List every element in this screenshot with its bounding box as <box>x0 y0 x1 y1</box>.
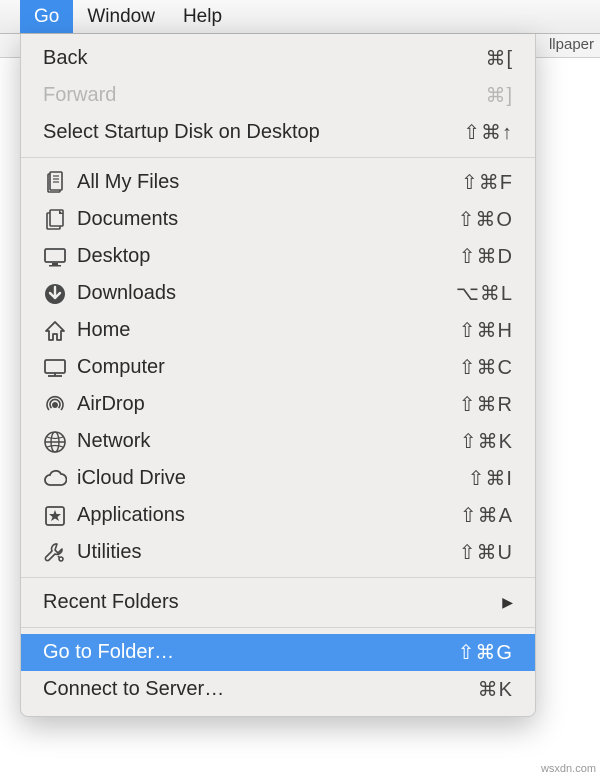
menu-shortcut: ⌘] <box>485 83 513 108</box>
menu-shortcut: ⇧⌘A <box>460 503 513 528</box>
menu-shortcut: ⇧⌘I <box>468 466 513 491</box>
menu-label: Utilities <box>77 541 459 564</box>
menu-shortcut: ⇧⌘O <box>458 207 513 232</box>
computer-icon <box>43 356 77 380</box>
menu-label: AirDrop <box>77 393 459 416</box>
menu-shortcut: ⇧⌘R <box>459 392 513 417</box>
menu-label: Home <box>77 319 459 342</box>
icloud-icon <box>43 467 77 491</box>
menu-label: Documents <box>77 208 458 231</box>
menu-computer[interactable]: Computer ⇧⌘C <box>21 349 535 386</box>
utilities-icon <box>43 541 77 565</box>
menu-home[interactable]: Home ⇧⌘H <box>21 312 535 349</box>
all-files-icon <box>43 171 77 195</box>
menu-shortcut: ⇧⌘D <box>459 244 513 269</box>
menu-go-to-folder[interactable]: Go to Folder… ⇧⌘G <box>21 634 535 671</box>
menu-separator <box>21 627 535 628</box>
menu-network[interactable]: Network ⇧⌘K <box>21 423 535 460</box>
home-icon <box>43 319 77 343</box>
menu-shortcut: ⇧⌘↑ <box>463 120 513 145</box>
menu-back[interactable]: Back ⌘[ <box>21 40 535 77</box>
menu-airdrop[interactable]: AirDrop ⇧⌘R <box>21 386 535 423</box>
menubar-label: Go <box>34 6 59 28</box>
menu-shortcut: ⇧⌘C <box>459 355 513 380</box>
menu-separator <box>21 577 535 578</box>
path-fragment: llpaper <box>549 36 594 53</box>
menu-shortcut: ⇧⌘F <box>461 170 513 195</box>
menu-utilities[interactable]: Utilities ⇧⌘U <box>21 534 535 571</box>
menu-label: All My Files <box>77 171 461 194</box>
menu-downloads[interactable]: Downloads ⌥⌘L <box>21 275 535 312</box>
desktop-icon <box>43 245 77 269</box>
menu-label: Recent Folders <box>43 591 502 614</box>
menu-shortcut: ⇧⌘H <box>459 318 513 343</box>
menu-startup-disk[interactable]: Select Startup Disk on Desktop ⇧⌘↑ <box>21 114 535 151</box>
downloads-icon <box>43 282 77 306</box>
submenu-arrow-icon: ▶ <box>502 594 513 611</box>
menu-label: Computer <box>77 356 459 379</box>
menu-label: Downloads <box>77 282 456 305</box>
menu-shortcut: ⇧⌘K <box>460 429 513 454</box>
menubar-label: Window <box>87 6 155 28</box>
menu-connect-to-server[interactable]: Connect to Server… ⌘K <box>21 671 535 708</box>
menubar-go[interactable]: Go <box>20 0 73 33</box>
menu-desktop[interactable]: Desktop ⇧⌘D <box>21 238 535 275</box>
menu-label: Desktop <box>77 245 459 268</box>
documents-icon <box>43 208 77 232</box>
menu-shortcut: ⌘[ <box>485 46 513 71</box>
go-menu-dropdown: Back ⌘[ Forward ⌘] Select Startup Disk o… <box>20 34 536 717</box>
menubar-window[interactable]: Window <box>73 0 169 33</box>
applications-icon <box>43 504 77 528</box>
menu-shortcut: ⌘K <box>478 677 513 702</box>
menu-forward: Forward ⌘] <box>21 77 535 114</box>
menu-shortcut: ⇧⌘G <box>458 640 513 665</box>
menu-label: iCloud Drive <box>77 467 468 490</box>
menu-shortcut: ⇧⌘U <box>459 540 513 565</box>
watermark: wsxdn.com <box>541 763 596 775</box>
menu-all-my-files[interactable]: All My Files ⇧⌘F <box>21 164 535 201</box>
airdrop-icon <box>43 393 77 417</box>
menu-label: Back <box>43 47 485 70</box>
menu-separator <box>21 157 535 158</box>
menu-label: Select Startup Disk on Desktop <box>43 121 463 144</box>
menu-documents[interactable]: Documents ⇧⌘O <box>21 201 535 238</box>
menu-label: Network <box>77 430 460 453</box>
menubar-label: Help <box>183 6 222 28</box>
menu-label: Forward <box>43 84 485 107</box>
network-icon <box>43 430 77 454</box>
menubar-help[interactable]: Help <box>169 0 236 33</box>
menu-recent-folders[interactable]: Recent Folders ▶ <box>21 584 535 621</box>
menubar: Go Window Help <box>0 0 600 34</box>
menu-label: Go to Folder… <box>43 641 458 664</box>
menu-shortcut: ⌥⌘L <box>456 281 513 306</box>
menu-applications[interactable]: Applications ⇧⌘A <box>21 497 535 534</box>
menu-icloud[interactable]: iCloud Drive ⇧⌘I <box>21 460 535 497</box>
menu-label: Applications <box>77 504 460 527</box>
menu-label: Connect to Server… <box>43 678 478 701</box>
